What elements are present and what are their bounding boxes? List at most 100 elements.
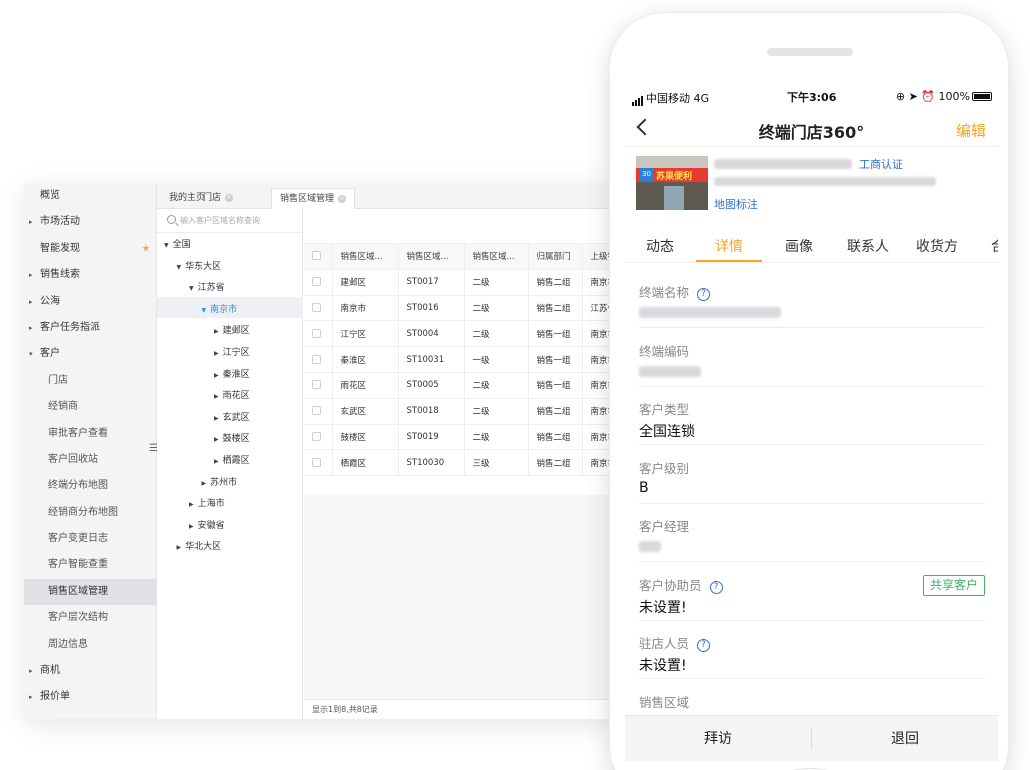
tab[interactable]: 销售区域管理 ×: [271, 188, 356, 209]
close-icon[interactable]: ×: [225, 194, 234, 202]
table-row[interactable]: 雨花区 ST0005 二级 销售一组 南京市: [304, 372, 623, 399]
table-row[interactable]: 秦淮区 ST10031 一级 销售一组 南京市: [304, 346, 623, 373]
tree-node[interactable]: ▶ 栖霞区: [214, 453, 250, 466]
row-checkbox[interactable]: [312, 302, 321, 312]
tab-1[interactable]: 详情: [715, 236, 743, 256]
tab-3[interactable]: 联系人: [847, 236, 889, 256]
row-checkbox[interactable]: [312, 328, 321, 338]
sidebar-item[interactable]: ▸ 销售线索: [24, 262, 156, 288]
tree-node[interactable]: ▶ 江宁区: [214, 345, 250, 358]
sidebar-item[interactable]: 概览: [24, 183, 156, 209]
tree-toggle-icon[interactable]: ▶: [214, 350, 219, 357]
edit-button[interactable]: 编辑: [956, 120, 986, 141]
row-checkbox[interactable]: [312, 354, 321, 364]
tree-node[interactable]: ▼ 华东大区: [177, 259, 222, 272]
sidebar-item[interactable]: 智能发现 ★: [24, 236, 156, 262]
table-row[interactable]: 南京市 ST0016 二级 销售二组 江苏省: [304, 295, 623, 322]
row-checkbox[interactable]: [312, 406, 321, 416]
help-icon[interactable]: ?: [697, 639, 711, 652]
tree-node[interactable]: ▶ 雨花区: [214, 388, 250, 401]
tree-node[interactable]: ▼ 江苏省: [189, 280, 225, 293]
tree-toggle-icon[interactable]: ▶: [177, 544, 182, 551]
tree-toggle-icon[interactable]: ▶: [189, 501, 194, 508]
sidebar-item[interactable]: 客户回收站: [24, 447, 156, 473]
sidebar-item[interactable]: ▸ 商机: [24, 658, 156, 684]
tree-toggle-icon[interactable]: ▶: [189, 523, 194, 530]
tree-toggle-icon[interactable]: ▼: [177, 264, 182, 271]
sidebar-item[interactable]: 经销商: [24, 394, 156, 420]
star-icon: ★: [141, 243, 150, 254]
tree-toggle-icon[interactable]: ▶: [214, 436, 219, 443]
close-icon[interactable]: ×: [338, 195, 347, 203]
row-checkbox[interactable]: [312, 277, 321, 287]
table-row[interactable]: 建邺区 ST0017 二级 销售二组 南京市: [304, 269, 623, 296]
tree-node[interactable]: ▼ 全国: [164, 237, 191, 250]
store-photo[interactable]: 30 苏果便利: [636, 156, 708, 210]
tree-node-label: 鼓楼区: [222, 434, 250, 445]
help-icon[interactable]: ?: [697, 288, 711, 301]
sidebar-item[interactable]: ▸ 客户任务指派: [24, 315, 156, 341]
help-icon[interactable]: ?: [709, 580, 723, 594]
tab-5[interactable]: 合: [991, 236, 998, 256]
sidebar-item[interactable]: 销售区域管理: [24, 578, 156, 606]
return-button[interactable]: 退回: [812, 716, 998, 762]
sidebar-item[interactable]: 客户智能查重: [24, 552, 156, 578]
tab[interactable]: 门店 ×: [195, 188, 241, 209]
sidebar-item-label: 市场活动: [40, 216, 80, 228]
tree-node[interactable]: ▶ 玄武区: [214, 410, 250, 423]
row-checkbox[interactable]: [312, 457, 321, 467]
sidebar-item[interactable]: ▸ 公海: [24, 289, 156, 315]
tree-toggle-icon[interactable]: ▼: [164, 242, 169, 249]
tab-4[interactable]: 收货方: [916, 236, 958, 256]
sidebar-item[interactable]: 终端分布地图: [24, 473, 156, 499]
tab-2[interactable]: 画像: [785, 236, 813, 256]
table-cell: 二级: [464, 372, 529, 399]
tree-node[interactable]: ▶ 秦淮区: [214, 367, 250, 380]
sidebar-item[interactable]: 审批客户查看: [24, 421, 156, 447]
row-checkbox[interactable]: [312, 380, 321, 390]
tree-node[interactable]: ▶ 上海市: [189, 496, 225, 509]
tree-node[interactable]: ▶ 安徽省: [189, 518, 225, 531]
tab-0[interactable]: 动态: [646, 236, 674, 256]
row-checkbox-cell: [304, 269, 333, 296]
tree-toggle-icon[interactable]: ▶: [214, 328, 219, 335]
tree-toggle-icon[interactable]: ▶: [214, 393, 219, 400]
tree-toggle-icon[interactable]: ▶: [214, 458, 219, 465]
sidebar-item[interactable]: 客户层次结构: [24, 605, 156, 631]
tree-node[interactable]: ▶ 华北大区: [177, 539, 222, 552]
tree-node[interactable]: ▶ 鼓楼区: [214, 431, 250, 444]
field-label: 终端名称?: [639, 282, 711, 301]
row-checkbox[interactable]: [312, 431, 321, 441]
tree-node[interactable]: ▶ 建邺区: [214, 323, 250, 336]
tree-node[interactable]: ▼ 南京市: [202, 302, 238, 315]
sidebar-item[interactable]: ▾ 客户: [24, 341, 156, 367]
tree-node[interactable]: ▶ 苏州市: [202, 475, 238, 488]
caret-icon: ▸: [29, 667, 33, 676]
table-row[interactable]: 江宁区 ST0004 二级 销售一组 南京市: [304, 320, 623, 348]
tree-toggle-icon[interactable]: ▶: [214, 372, 219, 379]
tree-toggle-icon[interactable]: ▼: [189, 285, 194, 292]
sidebar-item[interactable]: 经销商分布地图: [24, 500, 156, 526]
sidebar-item[interactable]: ▸ 市场活动: [24, 209, 156, 235]
table-row[interactable]: 鼓楼区 ST0019 二级 销售二组 南京市: [304, 424, 623, 451]
tree-search-input[interactable]: 输入客户区域名称查询: [157, 209, 302, 233]
select-all-checkbox[interactable]: [312, 251, 321, 261]
row-checkbox-cell: [304, 424, 333, 451]
signal-icon: [632, 93, 644, 106]
share-customer-button[interactable]: 共享客户: [922, 574, 985, 596]
sidebar-item[interactable]: ▸ 报价单: [24, 684, 156, 710]
table-cell: 玄武区: [332, 398, 399, 425]
tree-toggle-icon[interactable]: ▶: [202, 480, 207, 487]
tree-toggle-icon[interactable]: ▼: [202, 307, 207, 314]
sidebar-item[interactable]: 客户变更日志: [24, 526, 156, 552]
sidebar-item-label: 客户变更日志: [48, 533, 108, 545]
table-row[interactable]: 栖霞区 ST10030 三级 销售二组 南京市: [304, 449, 623, 477]
visit-button[interactable]: 拜访: [625, 716, 811, 762]
tree-toggle-icon[interactable]: ▶: [214, 415, 219, 422]
sidebar-item[interactable]: 周边信息: [24, 632, 156, 658]
map-mark-link[interactable]: 地图标注: [714, 196, 758, 212]
table-row[interactable]: 玄武区 ST0018 二级 销售二组 南京市: [304, 398, 623, 425]
sidebar-item[interactable]: 门店: [24, 368, 156, 394]
business-verify-link[interactable]: 工商认证: [859, 156, 903, 172]
sidebar-item-label: 客户任务指派: [40, 321, 100, 333]
